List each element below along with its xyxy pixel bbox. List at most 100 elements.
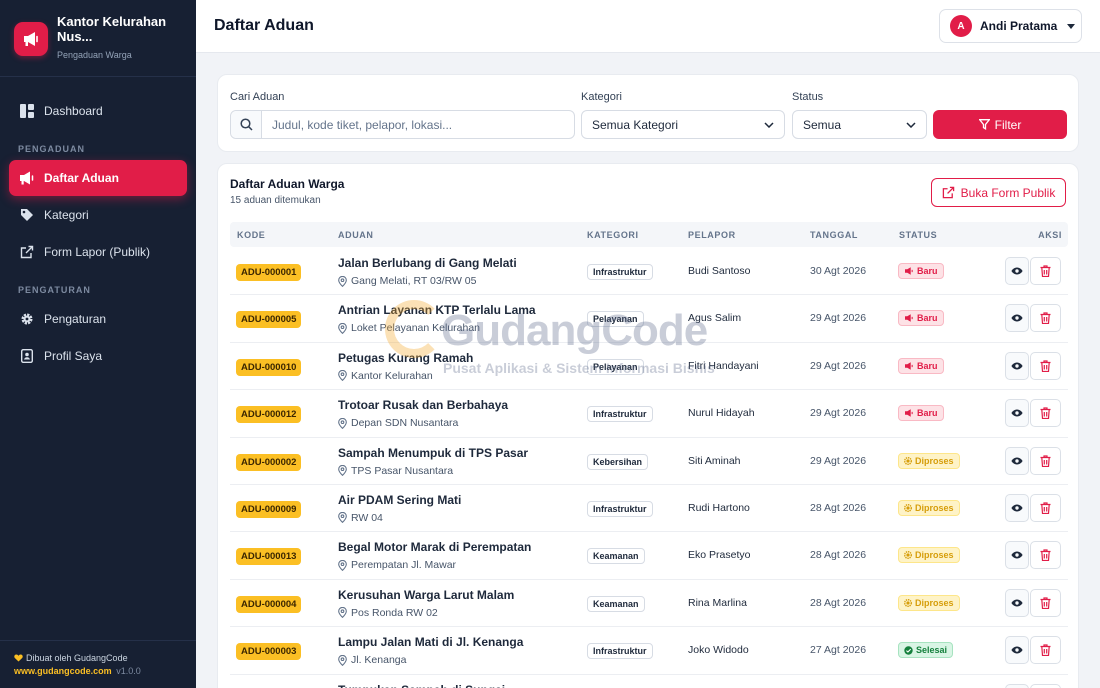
status-badge: Baru [898,357,944,374]
sidebar: Kantor Kelurahan Nus... Pengaduan Warga … [0,0,196,688]
trash-icon [1040,597,1051,609]
trash-icon [1040,502,1051,514]
complaint-date: 28 Agt 2026 [810,549,867,562]
complaint-location: Pos Ronda RW 02 [338,607,438,619]
reporter-name: Rudi Hartono [688,501,750,514]
section-pengaturan: PENGATURAN [18,285,91,295]
complaint-date: 27 Agt 2026 [810,644,867,657]
eye-icon [1011,409,1023,417]
sidebar-item-pengaturan[interactable]: Pengaturan [9,301,187,337]
map-pin-icon [338,607,347,619]
delete-button[interactable] [1030,541,1061,570]
view-button[interactable] [1005,446,1029,475]
category-select[interactable]: Semua Kategori [581,110,785,139]
view-button[interactable] [1005,351,1029,380]
complaint-title[interactable]: Trotoar Rusak dan Berbahaya [338,398,508,412]
sidebar-item-label: Form Lapor (Publik) [44,245,151,259]
status-baru-icon [904,362,914,370]
sidebar-item-dashboard[interactable]: Dashboard [9,93,187,129]
complaint-title[interactable]: Air PDAM Sering Mati [338,493,461,507]
eye-icon [1011,599,1023,607]
ticket-code-badge: ADU-000004 [236,595,302,613]
complaint-date: 29 Agt 2026 [810,454,867,467]
sidebar-item-kategori[interactable]: Kategori [9,197,187,233]
complaint-date: 30 Agt 2026 [810,265,867,277]
user-name: Andi Pratama [980,19,1058,33]
delete-button[interactable] [1030,351,1061,380]
view-button[interactable] [1005,636,1029,665]
search-input[interactable] [262,111,574,138]
category-badge: Pelayanan [587,358,644,375]
sidebar-item-form-lapor[interactable]: Form Lapor (Publik) [9,234,187,270]
location-text: Depan SDN Nusantara [351,417,459,430]
topbar: Daftar Aduan A Andi Pratama [196,0,1100,53]
complaint-list-card: Daftar Aduan Warga 15 aduan ditemukan Bu… [217,163,1079,688]
status-text: Diproses [915,455,954,466]
eye-icon [1011,504,1023,512]
reporter-name: Agus Salim [688,312,742,325]
eye-icon [1011,551,1023,559]
delete-button[interactable] [1030,683,1061,688]
complaint-title[interactable]: Jalan Berlubang di Gang Melati [338,256,517,270]
table-row: ADU-000002 Sampah Menumpuk di TPS Pasar TP… [230,438,1068,485]
location-text: Perempatan Jl. Mawar [351,559,457,572]
column-header-action: AKSI [1038,230,1062,240]
complaint-title[interactable]: Kerusuhan Warga Larut Malam [338,588,514,602]
reporter-name: Rina Marlina [688,596,747,609]
open-public-form-button[interactable]: Buka Form Publik [931,178,1066,207]
sidebar-item-label: Profil Saya [44,349,103,363]
table-row: ADU-000004 Kerusuhan Warga Larut Malam Pos… [230,580,1068,628]
complaint-title[interactable]: Sampah Menumpuk di TPS Pasar [338,446,528,460]
table-row: ADU-000010 Petugas Kurang Ramah Kantor Kel… [230,343,1068,391]
delete-button[interactable] [1030,493,1061,522]
brand-name: Kantor Kelurahan Nus... [57,14,167,44]
map-pin-icon [338,322,347,334]
complaint-title[interactable]: Petugas Kurang Ramah [338,351,473,365]
column-header-reporter: PELAPOR [688,230,736,240]
complaint-location: Perempatan Jl. Mawar [338,559,456,571]
view-button[interactable] [1005,304,1029,333]
view-button[interactable] [1005,493,1029,522]
delete-button[interactable] [1030,588,1061,617]
delete-button[interactable] [1030,636,1061,665]
status-select[interactable]: Semua [792,110,927,139]
footer-url[interactable]: www.gudangcode.com [14,666,112,676]
status-text: Baru [917,408,938,419]
view-button[interactable] [1005,683,1029,688]
eye-icon [1011,267,1023,275]
sidebar-item-profil[interactable]: Profil Saya [9,338,187,374]
view-button[interactable] [1005,257,1029,285]
column-header-date: TANGGAL [810,230,859,240]
page-title: Daftar Aduan [214,17,314,34]
megaphone-icon [19,170,35,186]
complaint-title[interactable]: Antrian Layanan KTP Terlalu Lama [338,303,536,317]
delete-button[interactable] [1030,446,1061,475]
status-diproses-icon [904,456,912,465]
eye-icon [1011,314,1023,322]
ticket-code-badge: ADU-000001 [236,264,302,281]
sidebar-item-daftar-aduan[interactable]: Daftar Aduan [9,160,187,196]
table-row: ADU-000009 Air PDAM Sering Mati RW 04 Infra… [230,485,1068,533]
complaint-title[interactable]: Begal Motor Marak di Perempatan [338,540,531,554]
complaint-title[interactable]: Tumpukan Sampah di Sungai [338,683,505,688]
view-button[interactable] [1005,541,1029,570]
reporter-name: Budi Santoso [688,265,751,277]
view-button[interactable] [1005,588,1029,617]
filter-button[interactable]: Filter [933,110,1067,139]
sidebar-item-label: Pengaturan [44,312,107,326]
table-row: ADU-000012 Trotoar Rusak dan Berbahaya Dep… [230,390,1068,438]
view-button[interactable] [1005,399,1029,428]
table-row: ADU-000003 Lampu Jalan Mati di Jl. Kenang… [230,627,1068,675]
column-header-status: STATUS [899,230,938,240]
category-badge: Infrastruktur [587,643,653,660]
status-text: Selesai [916,645,948,656]
delete-button[interactable] [1030,399,1061,428]
table-row: ADU-000013 Begal Motor Marak di Perempata… [230,532,1068,580]
delete-button[interactable] [1030,304,1061,333]
complaint-location: Depan SDN Nusantara [338,417,458,429]
search-icon [231,111,262,138]
user-menu-button[interactable]: A Andi Pratama [939,9,1082,43]
delete-button[interactable] [1030,257,1061,285]
complaint-title[interactable]: Lampu Jalan Mati di Jl. Kenanga [338,635,523,649]
map-pin-icon [338,417,347,429]
